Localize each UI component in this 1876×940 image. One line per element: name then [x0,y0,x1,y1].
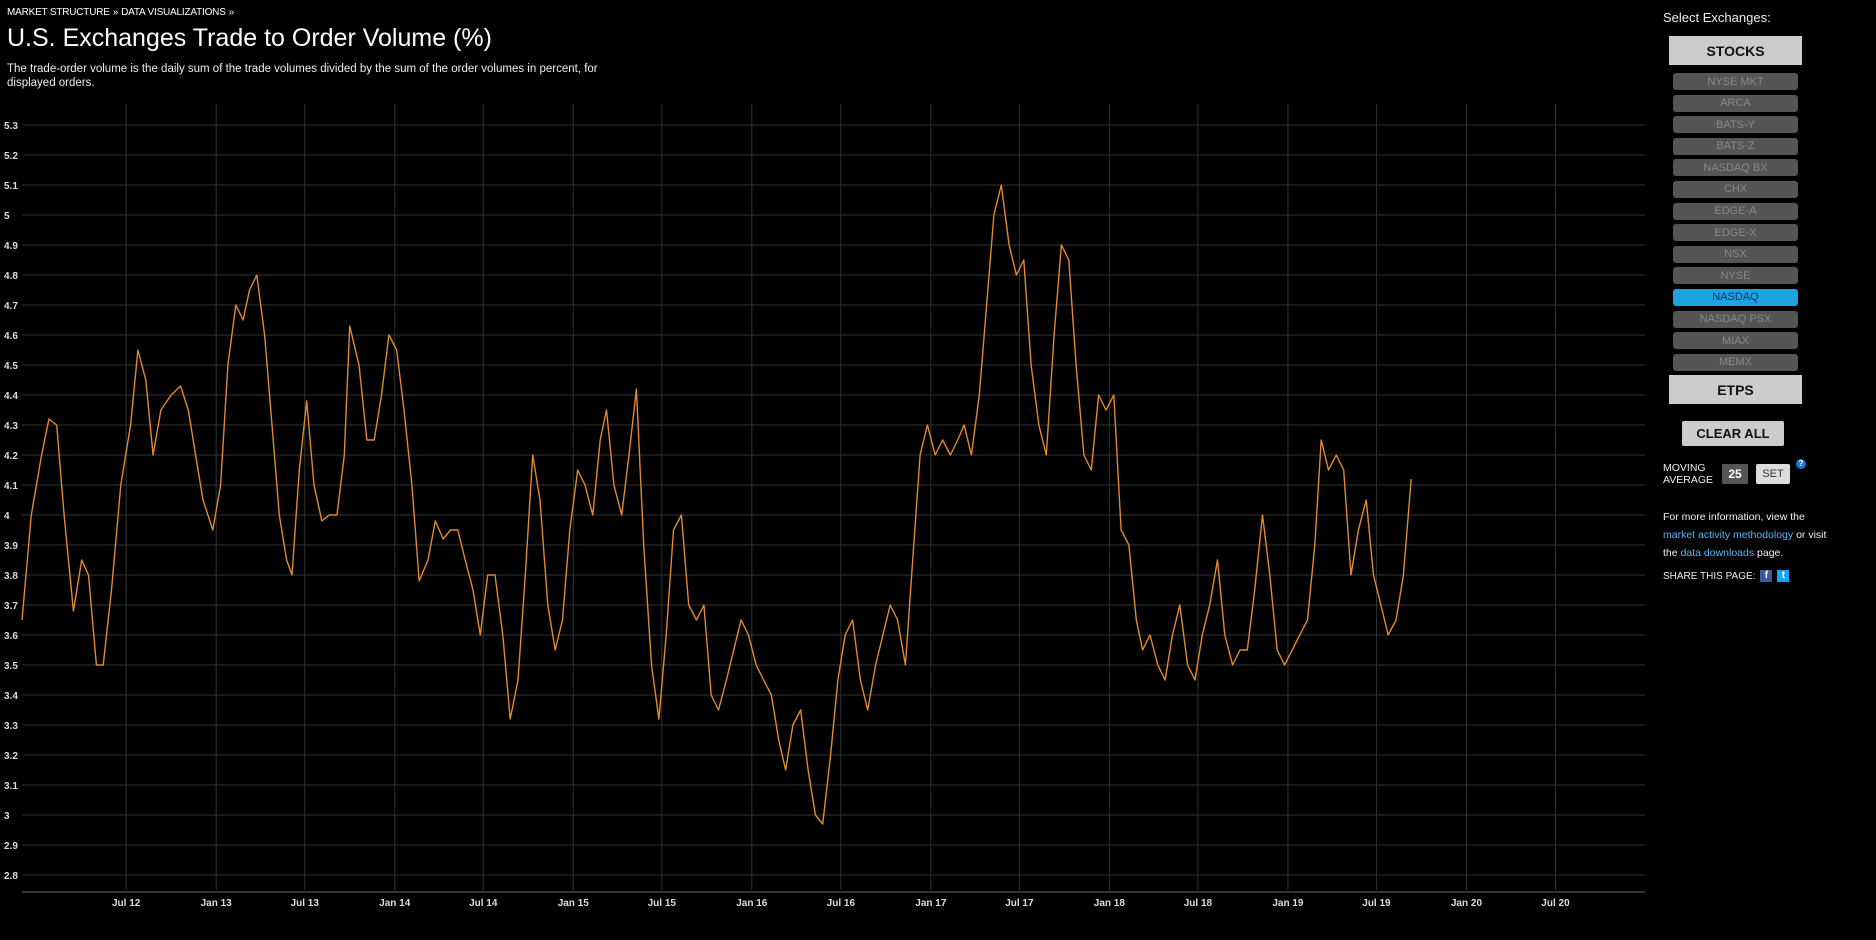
exchange-miax[interactable]: MIAX [1673,332,1798,350]
y-tick-label: 4.1 [4,481,18,492]
y-tick-label: 4.6 [4,331,18,342]
x-tick-label: Jul 14 [469,898,498,909]
breadcrumb-separator: » [228,7,235,18]
exchange-nyse[interactable]: NYSE [1673,267,1798,285]
y-tick-label: 4.5 [4,361,18,372]
exchange-nasdaq-bx[interactable]: NASDAQ BX [1673,159,1798,177]
x-tick-label: Jul 17 [1005,898,1034,909]
y-tick-label: 2.8 [4,871,18,882]
y-tick-label: 4.9 [4,241,18,252]
twitter-icon[interactable]: t [1777,570,1790,582]
x-tick-label: Jul 13 [291,898,320,909]
exchange-arca[interactable]: ARCA [1673,94,1798,112]
page-title: U.S. Exchanges Trade to Order Volume (%) [7,24,492,52]
y-tick-label: 3.5 [4,661,18,672]
y-tick-label: 2.9 [4,841,18,852]
breadcrumb-market-structure[interactable]: MARKET STRUCTURE [7,7,110,18]
exchange-chx[interactable]: CHX [1673,180,1798,198]
sidebar: Select Exchanges: STOCKS NYSE MKT ARCA BAT… [1660,0,1876,940]
moving-average-label-line1: MOVING [1663,462,1706,474]
share-this-page: SHARE THIS PAGE: f t [1663,570,1790,582]
exchange-bats-y[interactable]: BATS-Y [1673,116,1798,134]
page-description: The trade-order volume is the daily sum … [7,63,598,89]
moving-average-label: MOVING AVERAGE [1663,462,1718,486]
x-tick-label: Jan 19 [1272,898,1304,909]
y-tick-label: 3.1 [4,781,18,792]
x-tick-label: Jul 16 [827,898,856,909]
chart-series [21,184,1412,825]
help-icon[interactable]: ? [1796,459,1806,469]
moving-average-input[interactable] [1722,464,1748,484]
x-tick-label: Jan 14 [379,898,411,909]
y-tick-label: 3.8 [4,571,18,582]
x-tick-label: Jul 19 [1362,898,1391,909]
breadcrumb-separator: » [112,7,119,18]
exchange-nyse-mkt[interactable]: NYSE MKT [1673,73,1798,90]
info-text-3: page. [1757,547,1784,559]
y-tick-label: 3 [4,811,10,822]
share-label: SHARE THIS PAGE: [1663,570,1756,582]
moving-average-set-button[interactable]: SET [1756,464,1790,484]
facebook-icon[interactable]: f [1760,570,1773,582]
x-tick-label: Jan 16 [736,898,768,909]
y-tick-label: 5.2 [4,151,18,162]
y-tick-label: 4.2 [4,451,18,462]
exchange-edge-x[interactable]: EDGE-X [1673,224,1798,242]
y-tick-label: 4.8 [4,271,18,282]
exchange-list: NYSE MKT ARCA BATS-Y BATS-Z NASDAQ BX CHX EDGE… [1673,73,1798,375]
exchange-nsx[interactable]: NSX [1673,245,1798,263]
stocks-button[interactable]: STOCKS [1669,36,1802,65]
x-tick-label: Jan 13 [201,898,233,909]
etps-button[interactable]: ETPS [1669,375,1802,404]
y-tick-label: 5.1 [4,181,18,192]
x-tick-label: Jul 20 [1541,898,1570,909]
x-tick-label: Jul 18 [1184,898,1213,909]
trade-order-volume-chart[interactable]: 2.8 2.9 3 3.1 3.2 3.3 3.4 3.5 3.6 3.7 3.8 3.9 4 4.1 4.… [0,100,1645,920]
more-info-text: For more information, view the market ac… [1663,508,1833,562]
moving-average-label-line2: AVERAGE [1663,474,1713,486]
y-tick-label: 5 [4,211,10,222]
y-tick-label: 4.4 [4,391,18,402]
series-line-nasdaq[interactable] [21,184,1412,825]
x-tick-label: Jul 15 [648,898,677,909]
y-tick-label: 3.2 [4,751,18,762]
x-tick-label: Jan 18 [1094,898,1126,909]
breadcrumb-data-visualizations[interactable]: DATA VISUALIZATIONS [121,7,226,18]
exchange-bats-z[interactable]: BATS-Z [1673,137,1798,155]
exchange-nasdaq-psx[interactable]: NASDAQ PSX [1673,310,1798,328]
breadcrumb: MARKET STRUCTURE» DATA VISUALIZATIONS» [7,7,237,18]
exchange-memx[interactable]: MEMX [1673,353,1798,371]
y-tick-label: 3.7 [4,601,18,612]
select-exchanges-label: Select Exchanges: [1663,10,1771,25]
y-tick-label: 3.9 [4,541,18,552]
exchange-edge-a[interactable]: EDGE-A [1673,202,1798,220]
data-downloads-link[interactable]: data downloads [1681,547,1755,559]
y-tick-label: 5.3 [4,121,18,132]
clear-all-button[interactable]: CLEAR ALL [1682,421,1784,446]
x-tick-label: Jan 15 [558,898,590,909]
y-tick-label: 3.6 [4,631,18,642]
y-tick-label: 3.4 [4,691,18,702]
market-activity-methodology-link[interactable]: market activity methodology [1663,529,1793,541]
info-text-1: For more information, view the [1663,511,1805,523]
y-tick-label: 4.3 [4,421,18,432]
x-tick-label: Jan 17 [915,898,947,909]
exchange-nasdaq[interactable]: NASDAQ [1673,288,1798,306]
chart-grid [22,104,1645,890]
y-tick-label: 4 [4,511,10,522]
y-tick-label: 3.3 [4,721,18,732]
y-tick-label: 4.7 [4,301,18,312]
x-tick-label: Jan 20 [1451,898,1483,909]
x-tick-label: Jul 12 [112,898,141,909]
